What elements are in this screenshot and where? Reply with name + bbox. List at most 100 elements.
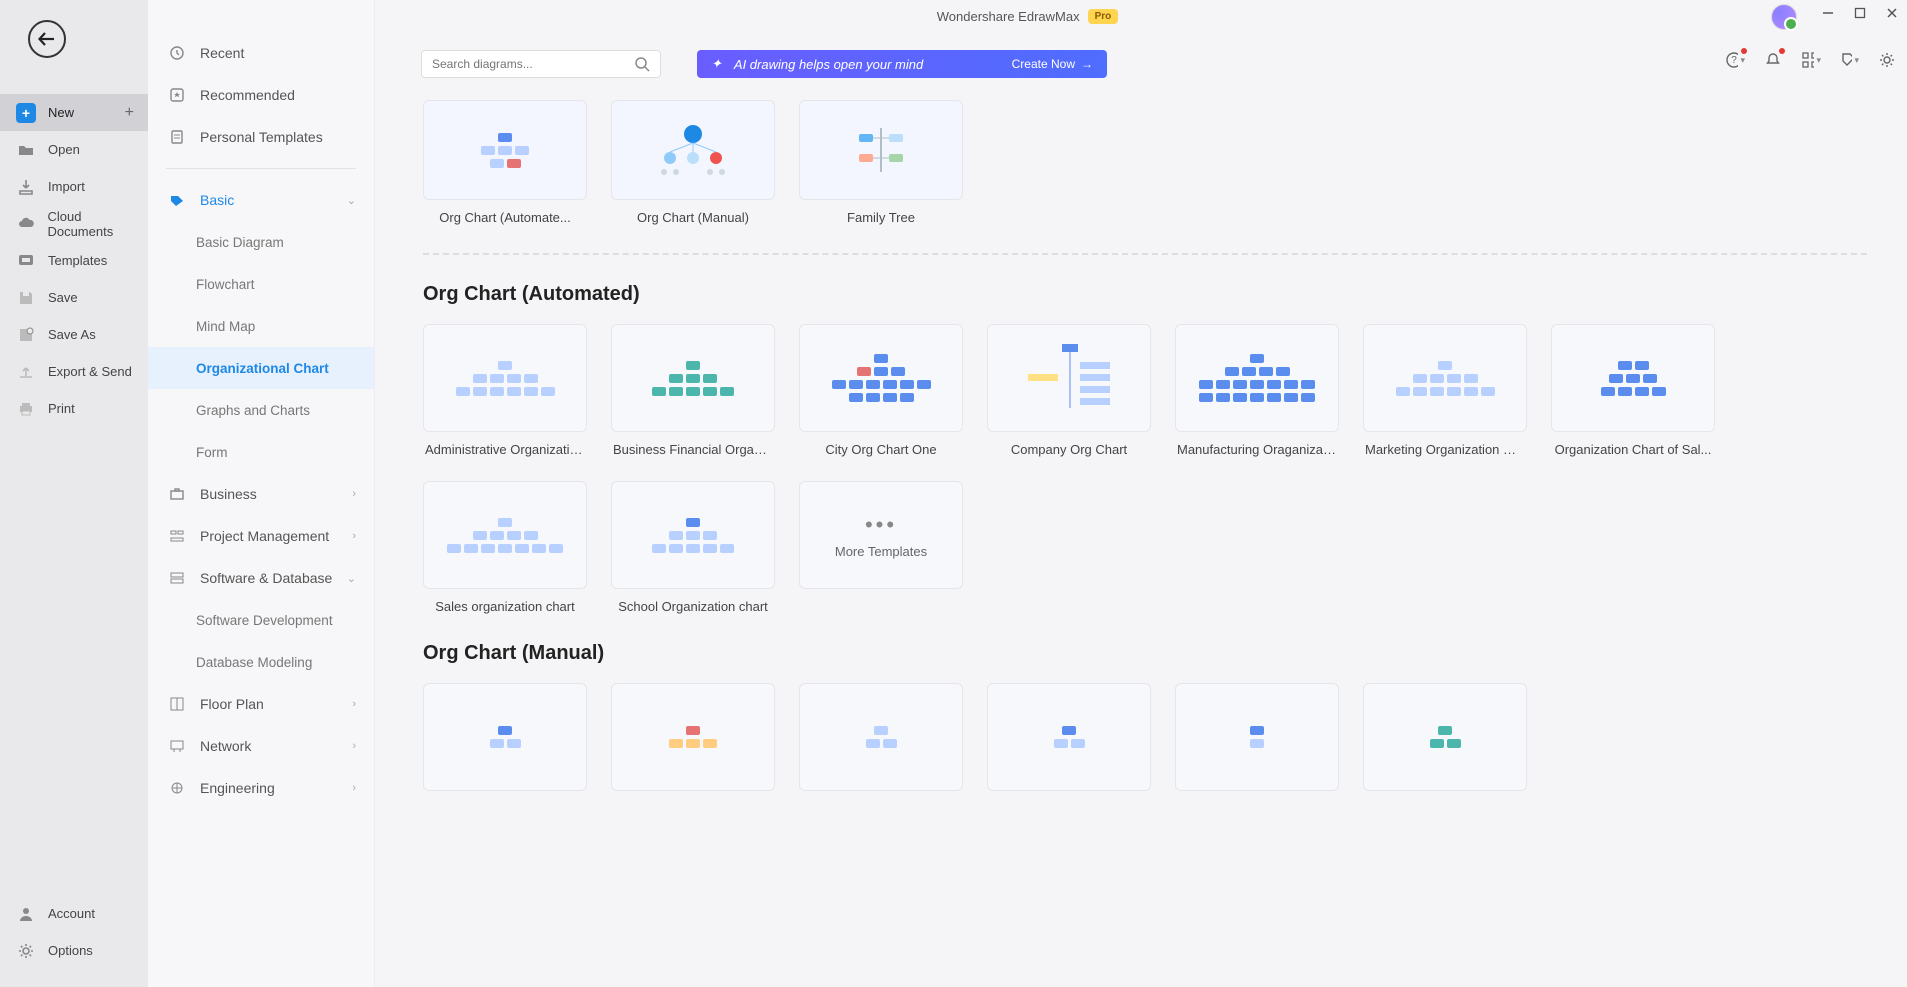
rail-label: Options xyxy=(48,943,93,958)
network-icon xyxy=(168,737,186,755)
cat-label: Mind Map xyxy=(196,319,255,334)
cat-label: Network xyxy=(200,738,251,754)
cat-label: Recommended xyxy=(200,87,295,103)
template-card[interactable]: Family Tree xyxy=(799,100,963,225)
rail-templates[interactable]: Templates xyxy=(0,242,148,279)
cat-floor-plan[interactable]: Floor Plan› xyxy=(148,683,374,725)
blank-template-row: Org Chart (Automate... Org Chart (Manual… xyxy=(423,100,1867,225)
more-templates-card[interactable]: •••More Templates xyxy=(799,481,963,614)
cat-mindmap[interactable]: Mind Map xyxy=(148,305,374,347)
template-thumb xyxy=(1175,683,1339,791)
cat-label: Flowchart xyxy=(196,277,255,292)
rail-options[interactable]: Options xyxy=(0,932,148,969)
rail-save-as[interactable]: Save As xyxy=(0,316,148,353)
tag2-icon xyxy=(168,191,186,209)
import-icon xyxy=(16,177,36,197)
left-rail: + New + Open Import Cloud Documents Temp… xyxy=(0,0,148,987)
rail-label: New xyxy=(48,105,74,120)
cat-basic[interactable]: Basic⌄ xyxy=(148,179,374,221)
cat-label: Graphs and Charts xyxy=(196,403,310,418)
template-card[interactable] xyxy=(423,683,587,791)
rail-cloud[interactable]: Cloud Documents xyxy=(0,205,148,242)
template-card[interactable]: Manufacturing Oraganizati... xyxy=(1175,324,1339,457)
star-icon xyxy=(168,86,186,104)
cat-software-db[interactable]: Software & Database⌄ xyxy=(148,557,374,599)
ai-banner-text: AI drawing helps open your mind xyxy=(734,57,923,72)
template-thumb xyxy=(423,481,587,589)
ai-banner[interactable]: ✦ AI drawing helps open your mind Create… xyxy=(697,50,1107,78)
cat-label: Form xyxy=(196,445,228,460)
chevron-right-icon: › xyxy=(352,530,356,542)
divider xyxy=(166,168,356,169)
template-card[interactable]: Administrative Organizatio... xyxy=(423,324,587,457)
cat-flowchart[interactable]: Flowchart xyxy=(148,263,374,305)
search-icon[interactable] xyxy=(634,56,650,72)
template-card[interactable]: Org Chart (Automate... xyxy=(423,100,587,225)
template-card[interactable]: Sales organization chart xyxy=(423,481,587,614)
section-title: Org Chart (Automated) xyxy=(423,283,1867,306)
floorplan-icon xyxy=(168,695,186,713)
template-thumb xyxy=(799,324,963,432)
template-card[interactable]: Marketing Organization Ch... xyxy=(1363,324,1527,457)
search-input[interactable] xyxy=(432,57,634,71)
print-icon xyxy=(16,399,36,419)
cat-software-dev[interactable]: Software Development xyxy=(148,599,374,641)
rail-label: Import xyxy=(48,179,85,194)
dots-icon: ••• xyxy=(865,512,897,538)
cat-pm[interactable]: Project Management › xyxy=(148,515,374,557)
template-label: Business Financial Organiz... xyxy=(613,442,773,457)
template-card[interactable] xyxy=(987,683,1151,791)
cat-business[interactable]: Business› xyxy=(148,473,374,515)
cat-label: Basic xyxy=(200,192,234,208)
rail-import[interactable]: Import xyxy=(0,168,148,205)
cat-org-chart[interactable]: Organizational Chart xyxy=(148,347,374,389)
templates-icon xyxy=(16,251,36,271)
rail-open[interactable]: Open xyxy=(0,131,148,168)
template-label: Administrative Organizatio... xyxy=(425,442,585,457)
rail-save[interactable]: Save xyxy=(0,279,148,316)
doc-icon xyxy=(168,128,186,146)
cat-network[interactable]: Network › xyxy=(148,725,374,767)
template-card[interactable]: City Org Chart One xyxy=(799,324,963,457)
template-label: City Org Chart One xyxy=(825,442,936,457)
template-card[interactable]: School Organization chart xyxy=(611,481,775,614)
template-thumb xyxy=(611,481,775,589)
briefcase-icon xyxy=(168,485,186,503)
cat-engineering[interactable]: Engineering› xyxy=(148,767,374,809)
cat-recent[interactable]: Recent xyxy=(148,32,374,74)
template-card[interactable] xyxy=(1175,683,1339,791)
cat-label: Project Management xyxy=(200,528,329,544)
cat-graphs[interactable]: Graphs and Charts xyxy=(148,389,374,431)
cat-basic-diagram[interactable]: Basic Diagram xyxy=(148,221,374,263)
create-now-button[interactable]: Create Now → xyxy=(1012,57,1093,71)
cat-label: Database Modeling xyxy=(196,655,312,670)
pro-badge: Pro xyxy=(1088,9,1119,24)
cat-personal[interactable]: Personal Templates xyxy=(148,116,374,158)
template-card[interactable] xyxy=(611,683,775,791)
chevron-right-icon: › xyxy=(352,740,356,752)
rail-account[interactable]: Account xyxy=(0,895,148,932)
template-label: Manufacturing Oraganizati... xyxy=(1177,442,1337,457)
rail-label: Export & Send xyxy=(48,364,132,379)
cat-label: Recent xyxy=(200,45,244,61)
template-card[interactable]: Org Chart (Manual) xyxy=(611,100,775,225)
cat-recommended[interactable]: Recommended xyxy=(148,74,374,116)
template-card[interactable] xyxy=(799,683,963,791)
rail-export[interactable]: Export & Send xyxy=(0,353,148,390)
add-icon[interactable]: + xyxy=(125,104,134,122)
cat-db-modeling[interactable]: Database Modeling xyxy=(148,641,374,683)
template-card[interactable]: Organization Chart of Sal... xyxy=(1551,324,1715,457)
rail-print[interactable]: Print xyxy=(0,390,148,427)
chevron-right-icon: › xyxy=(352,782,356,794)
template-card[interactable]: Company Org Chart xyxy=(987,324,1151,457)
section-title: Org Chart (Manual) xyxy=(423,642,1867,665)
template-label: Organization Chart of Sal... xyxy=(1555,442,1712,457)
back-button[interactable] xyxy=(28,20,66,58)
eng-icon xyxy=(168,779,186,797)
template-card[interactable] xyxy=(1363,683,1527,791)
search-box[interactable] xyxy=(421,50,661,78)
rail-new[interactable]: + New + xyxy=(0,94,148,131)
template-card[interactable]: Business Financial Organiz... xyxy=(611,324,775,457)
category-panel: Recent Recommended Personal Templates Ba… xyxy=(148,0,375,987)
cat-form[interactable]: Form xyxy=(148,431,374,473)
